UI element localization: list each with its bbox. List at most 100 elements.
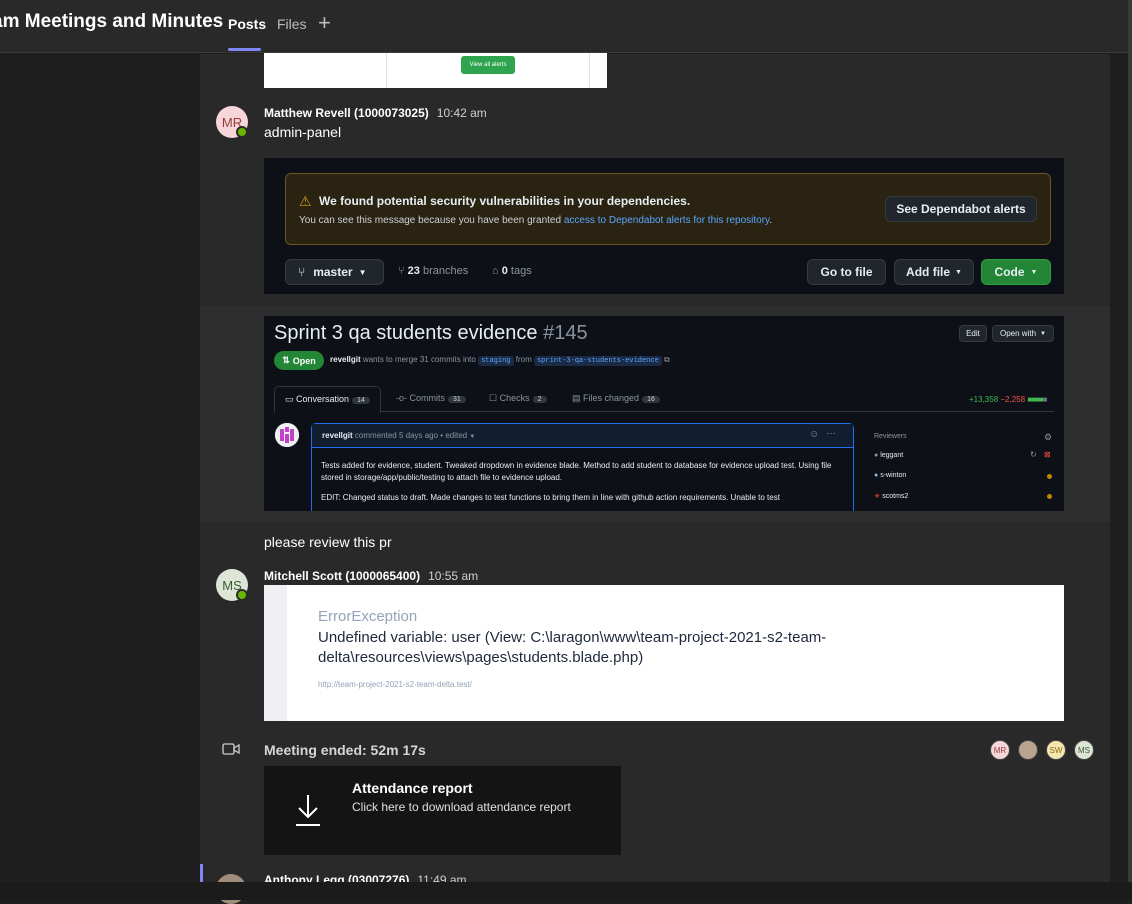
tags-number: 0 [501, 265, 508, 277]
avatar[interactable]: MS [1074, 740, 1094, 760]
branch-name: master [313, 265, 353, 279]
channel-header: am Meetings and Minutes Posts Files + [0, 0, 1132, 53]
more-icon: ··· [826, 428, 836, 439]
head-branch: sprint-3-qa-students-evidence [533, 356, 662, 366]
tab-files[interactable]: Files [277, 16, 307, 32]
see-dependabot-alerts-button: See Dependabot alerts [885, 196, 1037, 222]
pr-subtitle: revellgit wants to merge 31 commits into… [330, 355, 670, 366]
plus-icon[interactable]: + [318, 10, 331, 36]
add-file-button: Add file ▼ [894, 259, 974, 285]
attendance-report-title: Attendance report [352, 780, 473, 796]
tab-label: Commits [409, 393, 446, 403]
diffstat-bar-neutral: ■ [1042, 395, 1048, 404]
avatar [275, 423, 299, 447]
warning-icon: ⚠ [299, 193, 312, 209]
merge-text: wants to merge 31 commits into [362, 355, 476, 364]
view-all-alerts-button: View all alerts [461, 56, 515, 74]
meeting-ended-title: Meeting ended: 52m 17s [264, 742, 426, 758]
pending-dot-icon [1047, 474, 1052, 479]
comment-body: Tests added for evidence, student. Tweak… [321, 460, 846, 504]
tab-label: Checks [499, 393, 530, 403]
refresh-icon: ↻ [1030, 450, 1037, 459]
code-button: Code ▼ [981, 259, 1051, 285]
reviewer-name: leggant [880, 452, 904, 459]
additions: +13,358 [969, 395, 999, 404]
reviewer: ★ scotms2 [874, 492, 908, 500]
commit-icon: -o- [396, 393, 407, 403]
smiley-icon: ☺ [809, 429, 820, 440]
post-header: Mitchell Scott (1000065400) 10:55 am [264, 569, 478, 583]
deletions: −2,258 [1000, 395, 1026, 404]
error-page-sidebar [264, 585, 287, 721]
attendance-report-card[interactable]: Attendance report Click here to download… [264, 766, 621, 855]
image-attachment-error-page[interactable]: ErrorException Undefined variable: user … [264, 585, 1064, 721]
avatar[interactable]: MR [990, 740, 1010, 760]
tab-label: Conversation [296, 394, 350, 404]
divider [589, 53, 590, 88]
channel-title: am Meetings and Minutes [0, 11, 224, 32]
error-message: Undefined variable: user (View: C:\larag… [318, 629, 827, 666]
tag-icon: ⌂ [492, 265, 499, 277]
file-diff-icon: ▤ [572, 393, 581, 403]
video-camera-icon [222, 743, 240, 755]
reviewer: ● s-winton [874, 472, 906, 479]
avatar: ★ [874, 493, 881, 500]
comment-paragraph: EDIT: Changed status to draft. Made chan… [321, 493, 780, 502]
base-branch: staging [478, 356, 514, 366]
diffstat-bar: ■■■■ [1027, 395, 1043, 404]
pr-number: #145 [543, 322, 588, 344]
branch-selector: ⑂ master ▼ [285, 259, 384, 285]
tab-count: 31 [448, 396, 466, 403]
tab-checks: ☐ Checks 2 [489, 393, 547, 404]
edit-button: Edit [959, 325, 987, 342]
timestamp: 10:42 am [436, 106, 487, 120]
message-text: admin-panel [264, 124, 342, 140]
divider [386, 53, 387, 88]
chevron-down-icon: ▼ [955, 268, 962, 276]
pr-title-text: Sprint 3 qa students evidence [274, 322, 538, 344]
pending-dot-icon [1047, 494, 1052, 499]
go-to-file-button: Go to file [807, 259, 886, 285]
alert-title: We found potential security vulnerabilit… [319, 194, 691, 208]
author-name[interactable]: Matthew Revell (1000073025) [264, 106, 429, 120]
gear-icon: ⚙ [1044, 432, 1053, 442]
tags-label: tags [510, 265, 532, 277]
error-url: http://team-project-2021-s2-team-delta.t… [318, 680, 472, 689]
open-with-label: Open with [1000, 329, 1037, 338]
file-changes-requested-icon: ⊠ [1044, 450, 1051, 459]
code-label: Code [994, 265, 1025, 279]
image-attachment-github-pr[interactable]: Sprint 3 qa students evidence #145 Edit … [264, 316, 1064, 511]
open-with-button: Open with ▼ [992, 325, 1054, 342]
checklist-icon: ☐ [489, 393, 498, 403]
reviewer-name: s-winton [880, 472, 907, 479]
scrollbar[interactable] [1128, 0, 1132, 900]
comment-icon: ▭ [285, 394, 294, 404]
image-attachment-github-repo[interactable]: ⚠ We found potential security vulnerabil… [264, 158, 1064, 294]
tab-count: 16 [642, 396, 660, 403]
post-header: Matthew Revell (1000073025) 10:42 am [264, 106, 487, 120]
avatar: ● [874, 472, 879, 479]
from-text: from [515, 355, 532, 364]
alert-text: You can see this message because you hav… [299, 215, 772, 226]
branch-icon: ⑂ [298, 265, 306, 279]
avatar[interactable]: SW [1046, 740, 1066, 760]
pr-title: Sprint 3 qa students evidence #145 [274, 322, 588, 345]
dependabot-alert: ⚠ We found potential security vulnerabil… [285, 173, 1051, 245]
chevron-down-icon: ▼ [469, 434, 476, 440]
author-name[interactable]: Mitchell Scott (1000065400) [264, 569, 420, 583]
chevron-down-icon: ▼ [358, 267, 367, 277]
tab-count: 14 [352, 397, 370, 404]
tab-label: Files changed [583, 393, 640, 403]
comment-paragraph: Tests added for evidence, student. Tweak… [321, 461, 832, 482]
pr-comment: revellgit commented 5 days ago • edited … [311, 423, 854, 511]
pr-status-text: Open [292, 355, 316, 366]
download-icon [296, 795, 320, 826]
tab-posts[interactable]: Posts [228, 16, 266, 32]
avatar[interactable] [1018, 740, 1038, 760]
image-attachment-top[interactable]: View all alerts [264, 53, 607, 88]
presence-available-icon [236, 589, 248, 601]
tags-count: ⌂ 0 tags [492, 265, 532, 277]
comment-meta: commented 5 days ago • edited [354, 431, 468, 440]
alert-text-tail: . [769, 215, 773, 226]
comment-header: revellgit commented 5 days ago • edited … [312, 424, 853, 448]
